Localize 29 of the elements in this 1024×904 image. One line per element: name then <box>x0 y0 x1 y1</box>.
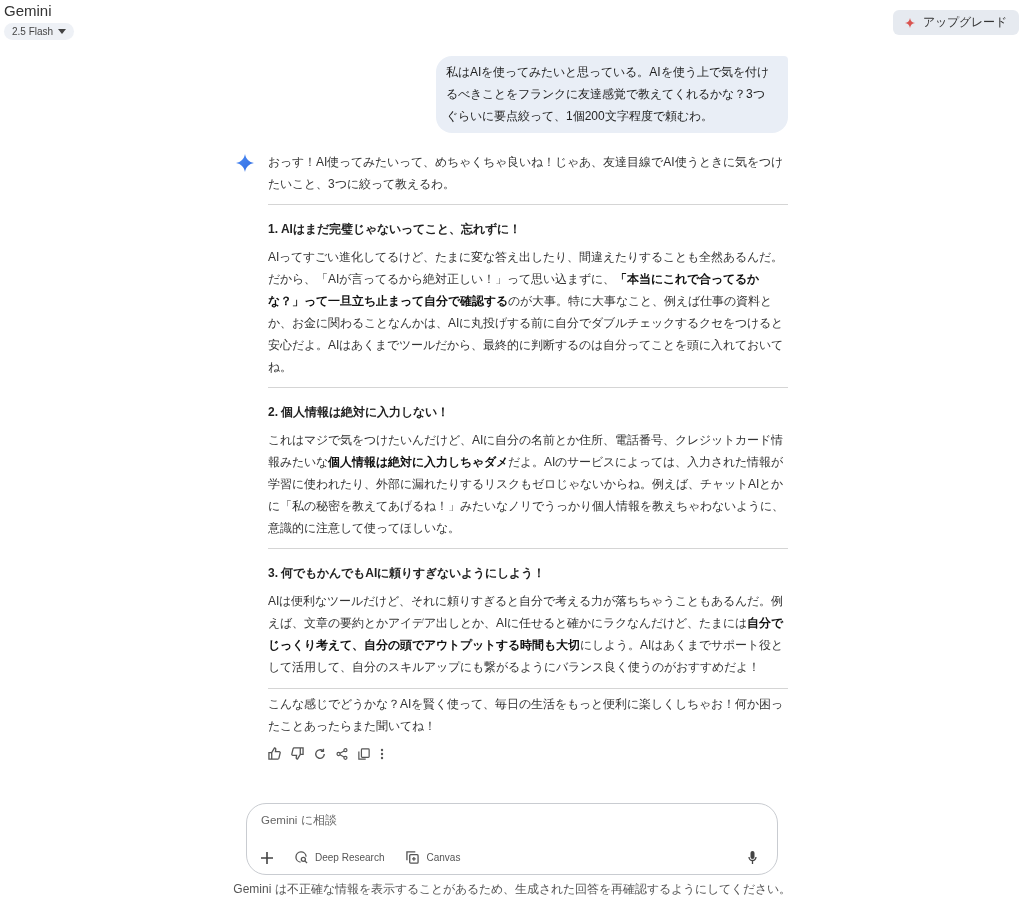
plus-icon[interactable] <box>261 851 273 864</box>
section-paragraph: AIは便利なツールだけど、それに頼りすぎると自分で考える力が落ちちゃうこともあるんだ。例えば、文章の要約とかアイデア出しとか、AIに任せると確かにラクなんだけど、たまには自分でじっくり考えて、自分の頭でアウトプットする時間も大切にしよう。AIはあくまでサポート役として活用して、自分のスキルアップにも繋がるようにバランス良く使うのがおすすめだよ！ <box>268 593 785 676</box>
caret-icon <box>58 29 67 34</box>
upgrade-button[interactable]: アップグレード <box>893 10 1019 35</box>
disclaimer-text: Gemini は不正確な情報を表示することがあるため、生成された回答を再確認するようにしてください。 <box>233 881 791 898</box>
response-closing: こんな感じでどうかな？AIを賢く使って、毎日の生活をもっと便利に楽しくしちゃお！何か困ったことあったらまた聞いてね！ <box>268 696 785 735</box>
section-paragraph: AIってすごい進化してるけど、たまに変な答え出したり、間違えたりすることも全然あるんだ。だから、「AIが言ってるから絶対正しい！」って思い込まずに、「本当にこれで合ってるかな？」って一旦立ち止まって自分で確認するのが大事。特に大事なこと、例えば仕事の資料とか、お金に関わることなんかは、AIに丸投げする前に自分でダブルチェックするクセをつけると安心だよ。AIはあくまでツールだから、最終的に判断するのは自分ってことを頭に入れておいてね。 <box>268 249 785 376</box>
share-icon[interactable] <box>336 747 348 760</box>
tool-button[interactable]: Deep Research <box>295 851 385 864</box>
section-heading: 3. 何でもかんでもAIに頼りすぎないようにしよう！ <box>268 565 547 581</box>
more-icon[interactable] <box>380 747 384 760</box>
globe-search-icon <box>295 851 308 864</box>
user-message: 私はAIを使ってみたいと思っている。AIを使う上で気を付けるべきことをフランクに友達感覚で教えてくれるかな？3つぐらいに要点絞って、1個200文字程度で頼むわ。 <box>436 56 788 133</box>
app-title: Gemini <box>4 2 52 19</box>
tool-button[interactable]: Canvas <box>406 851 461 864</box>
model-selector[interactable]: 2.5 Flash <box>4 23 75 40</box>
refresh-icon[interactable] <box>314 747 326 760</box>
section-heading: 2. 個人情報は絶対に入力しない！ <box>268 404 451 420</box>
copy-icon[interactable] <box>358 747 370 760</box>
microphone-icon[interactable] <box>748 851 757 864</box>
section-heading: 1. AIはまだ完璧じゃないってこと、忘れずに！ <box>268 221 522 237</box>
canvas-icon <box>406 851 420 864</box>
thumbs-down-icon[interactable] <box>291 747 304 760</box>
sparkle-icon <box>236 154 254 172</box>
thumbs-up-icon[interactable] <box>268 747 281 760</box>
chat-input[interactable]: Gemini に相談 Deep Research Canvas <box>246 803 778 875</box>
sparkle-icon <box>905 17 915 28</box>
section-paragraph: これはマジで気をつけたいんだけど、AIに自分の名前とか住所、電話番号、クレジットカード情報みたいな個人情報は絶対に入力しちゃダメだよ。AIのサービスによっては、入力された情報が学習に使われたり、外部に漏れたりするリスクもゼロじゃないからね。例えば、チャットAIとかに「私の秘密を教えてあげるね！」みたいなノリでうっかり個人情報を教えちゃわないように、意識的に注意して使ってほしいな。 <box>268 432 785 537</box>
response-intro: おっす！AI使ってみたいって、めちゃくちゃ良いね！じゃあ、友達目線でAI使うときに気をつけたいこと、3つに絞って教えるわ。 <box>268 154 784 193</box>
